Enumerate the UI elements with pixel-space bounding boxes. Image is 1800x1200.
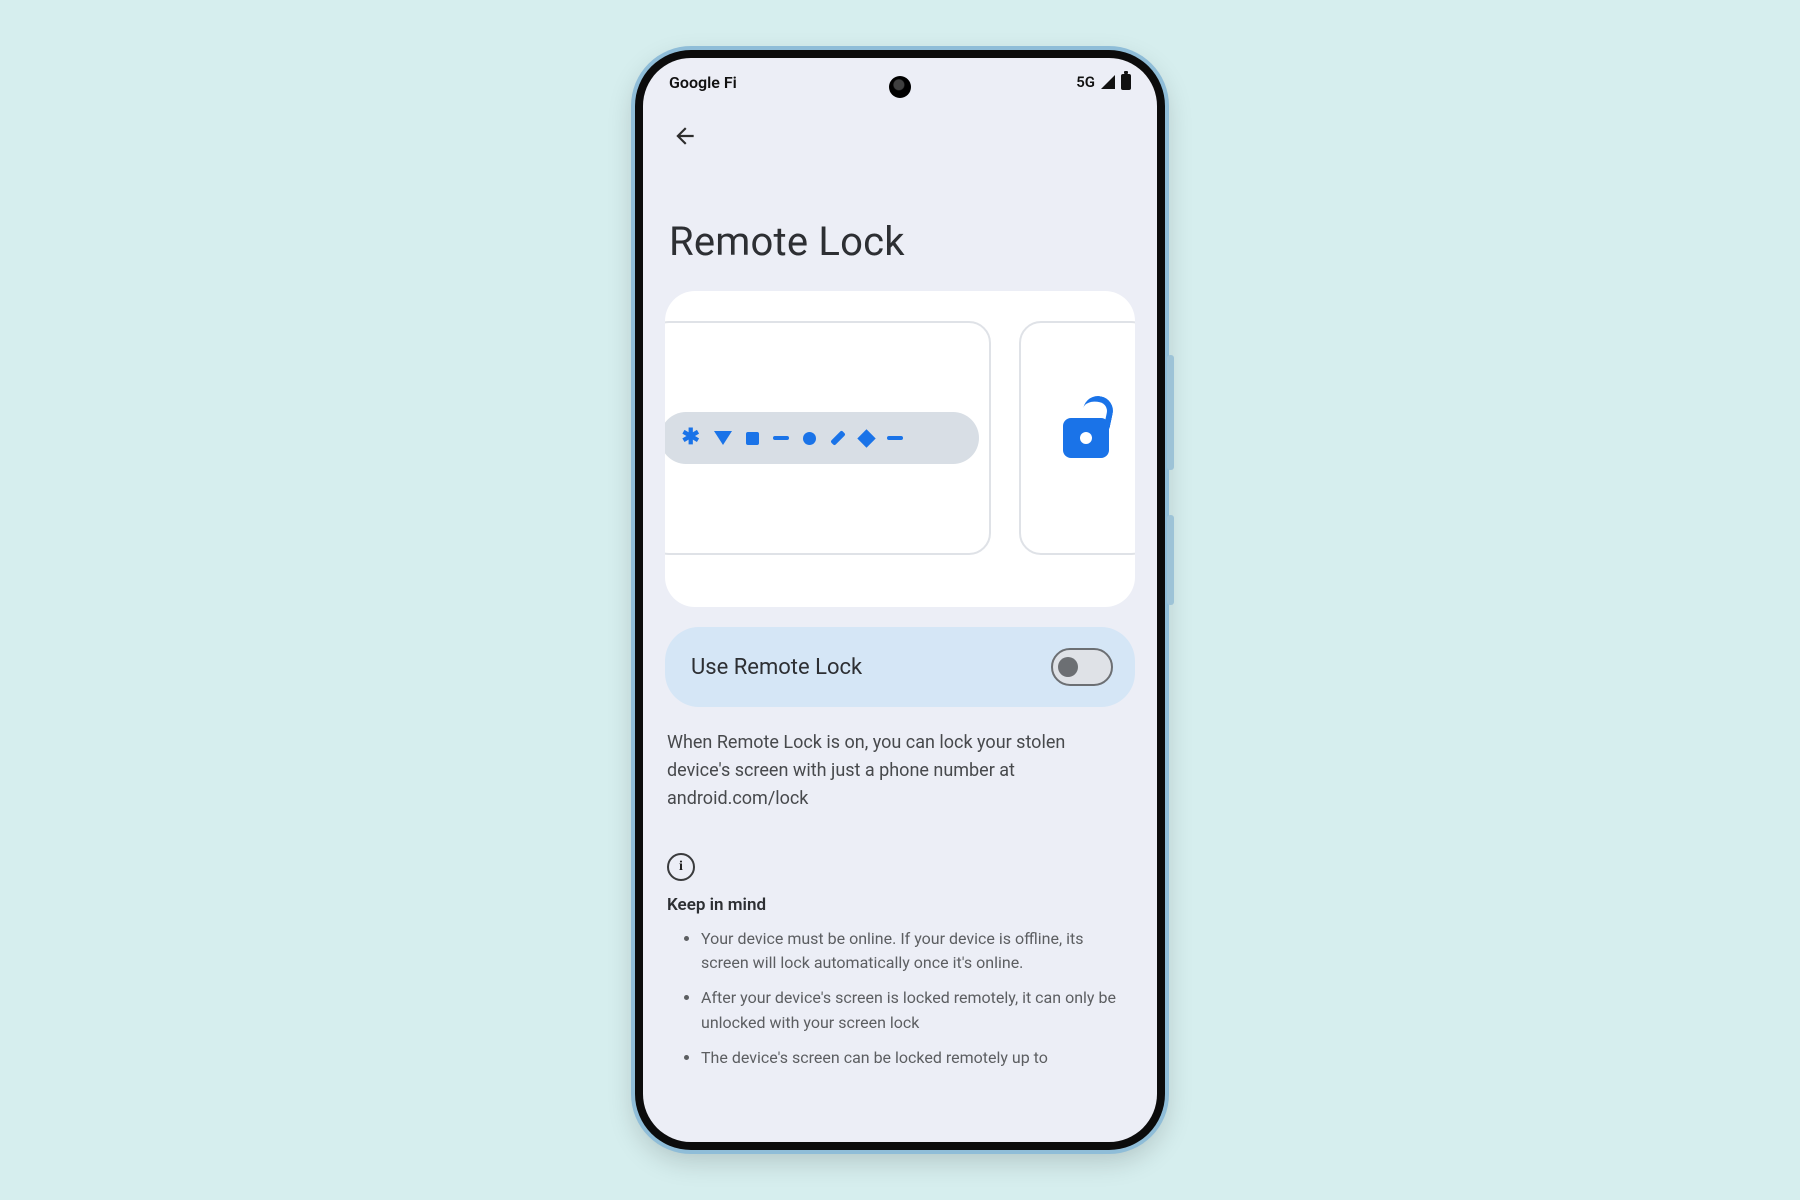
info-heading: Keep in mind: [667, 895, 1133, 915]
password-glyph-icon: [746, 432, 759, 445]
power-button: [1167, 515, 1174, 605]
info-list-item: The device's screen can be locked remote…: [701, 1046, 1133, 1071]
use-remote-lock-row[interactable]: Use Remote Lock: [665, 627, 1135, 707]
info-list: Your device must be online. If your devi…: [667, 927, 1133, 1071]
page-title: Remote Lock: [669, 218, 1135, 265]
volume-button: [1167, 355, 1174, 470]
phone-frame: Google Fi 5G Remote Lock: [635, 50, 1165, 1150]
illustration-lock-panel: [1019, 321, 1135, 555]
toggle-label: Use Remote Lock: [691, 655, 862, 680]
feature-description: When Remote Lock is on, you can lock you…: [667, 729, 1129, 813]
back-button[interactable]: [665, 116, 705, 156]
signal-icon: [1101, 75, 1115, 89]
password-glyph-icon: [830, 430, 846, 446]
feature-illustration: ✱: [665, 291, 1135, 607]
password-glyph-icon: [887, 436, 903, 440]
password-glyph-icon: [773, 436, 789, 440]
carrier-label: Google Fi: [669, 73, 737, 92]
phone-screen: Google Fi 5G Remote Lock: [643, 58, 1157, 1142]
password-glyph-icon: ✱: [682, 427, 700, 449]
arrow-left-icon: [672, 123, 698, 149]
info-list-item: After your device's screen is locked rem…: [701, 986, 1133, 1036]
unlock-icon: [1063, 418, 1109, 458]
use-remote-lock-switch[interactable]: [1051, 648, 1113, 686]
password-glyph-icon: [857, 429, 875, 447]
front-camera: [889, 76, 911, 98]
password-glyph-icon: [714, 431, 732, 445]
network-label: 5G: [1076, 73, 1095, 91]
switch-knob: [1058, 657, 1078, 677]
illustration-password-panel: ✱: [665, 321, 991, 555]
password-glyph-icon: [803, 432, 816, 445]
info-list-item: Your device must be online. If your devi…: [701, 927, 1133, 977]
info-icon: i: [667, 853, 695, 881]
battery-icon: [1121, 74, 1131, 90]
password-field-illustration: ✱: [665, 412, 979, 464]
